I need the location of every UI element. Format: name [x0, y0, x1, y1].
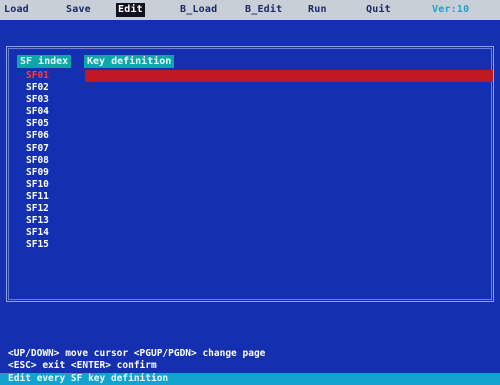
sf-index-item[interactable]: SF13 — [26, 215, 49, 227]
column-header-sf-index: SF index — [17, 55, 72, 68]
sf-index-item[interactable]: SF07 — [26, 143, 49, 155]
sf-index-list: SF01 SF02 SF03 SF04 SF05 SF06 SF07 SF08 SF09 SF10… — [26, 70, 49, 251]
sf-index-item[interactable]: SF04 — [26, 106, 49, 118]
sf-index-item[interactable]: SF01 — [26, 70, 49, 82]
menu-load[interactable]: Load — [2, 3, 31, 17]
menu-b-load[interactable]: B_Load — [178, 3, 219, 17]
sf-index-item[interactable]: SF11 — [26, 191, 49, 203]
sf-index-item[interactable]: SF05 — [26, 118, 49, 130]
menu-run[interactable]: Run — [306, 3, 329, 17]
menu-quit[interactable]: Quit — [364, 3, 393, 17]
sf-index-item[interactable]: SF09 — [26, 167, 49, 179]
menu-bar: Load Save Edit B_Load B_Edit Run Quit Ve… — [0, 0, 500, 20]
sf-index-item[interactable]: SF14 — [26, 227, 49, 239]
sf-index-item[interactable]: SF15 — [26, 239, 49, 251]
help-line-confirm: <ESC> exit <ENTER> confirm — [8, 360, 157, 371]
menu-save[interactable]: Save — [64, 3, 93, 17]
menu-b-edit[interactable]: B_Edit — [243, 3, 284, 17]
sf-index-item[interactable]: SF10 — [26, 179, 49, 191]
status-bar: Edit every SF key definition — [0, 373, 500, 385]
sf-index-item[interactable]: SF03 — [26, 94, 49, 106]
sf-index-item[interactable]: SF12 — [26, 203, 49, 215]
menu-edit[interactable]: Edit — [116, 3, 145, 17]
sf-index-item[interactable]: SF02 — [26, 82, 49, 94]
help-line-navigation: <UP/DOWN> move cursor <PGUP/PGDN> change… — [8, 348, 266, 359]
sf-index-item[interactable]: SF06 — [26, 130, 49, 142]
selected-row-highlight[interactable] — [85, 70, 493, 82]
sf-key-panel — [6, 46, 494, 302]
column-header-key-definition: Key definition — [84, 55, 175, 68]
help-text: <UP/DOWN> move cursor <PGUP/PGDN> change… — [8, 348, 265, 372]
sf-index-item[interactable]: SF08 — [26, 155, 49, 167]
version-label: Ver:10 — [432, 4, 470, 15]
